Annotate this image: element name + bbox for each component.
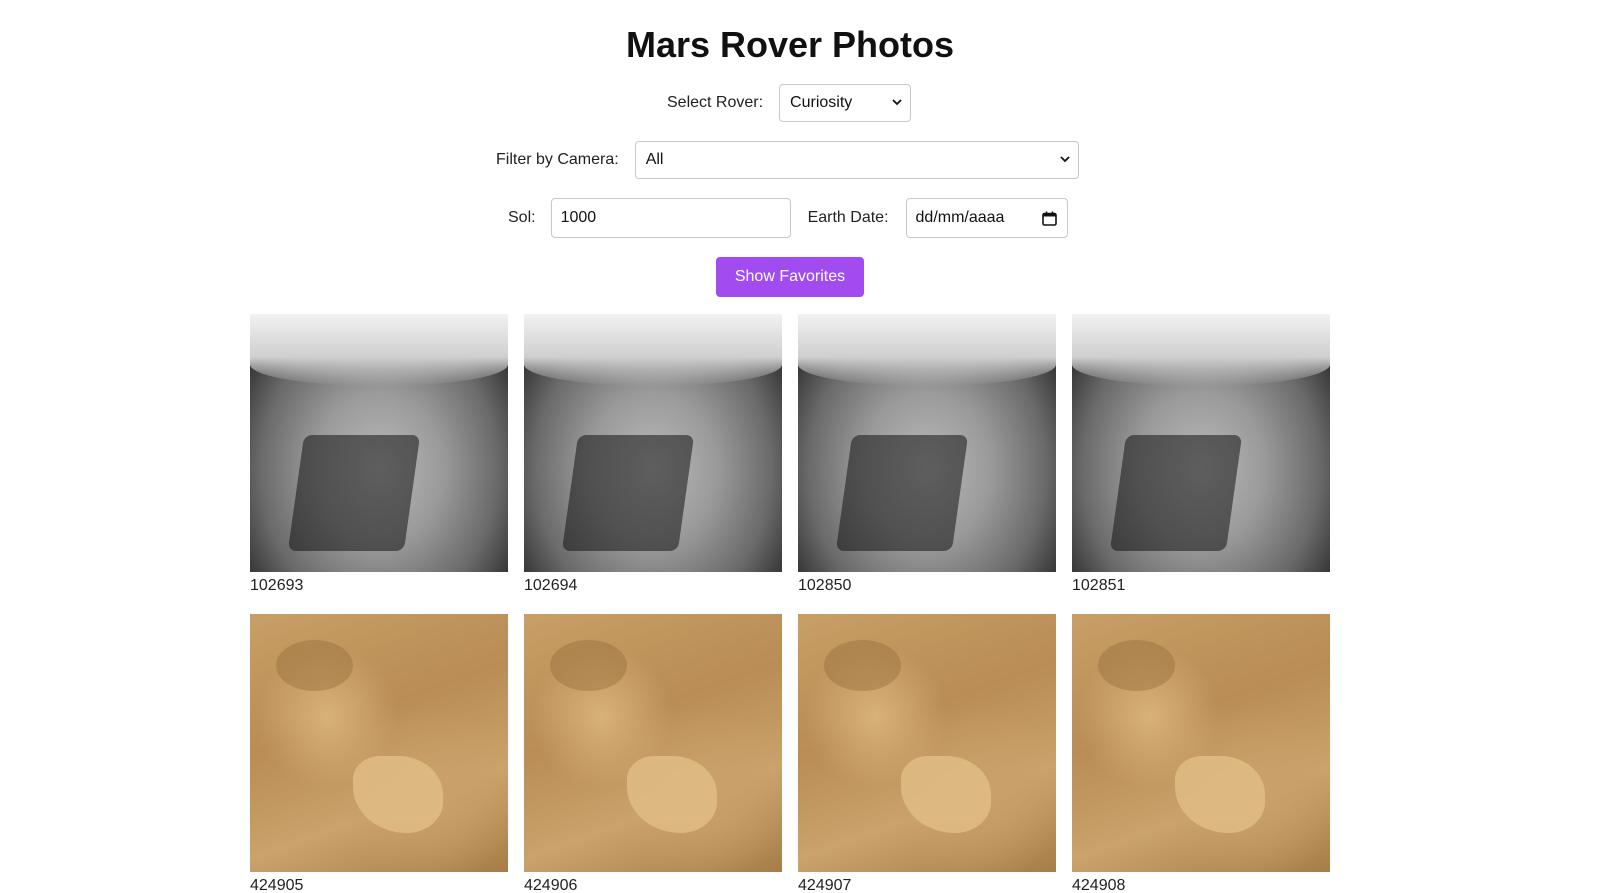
earth-date-input[interactable]: dd/mm/aaaa [905,198,1068,238]
photo-card[interactable]: 102850 [798,314,1056,596]
chevron-down-icon [1060,156,1070,163]
rover-select[interactable]: Curiosity [779,84,912,122]
calendar-icon[interactable] [1041,211,1057,226]
rover-photo[interactable] [798,314,1056,572]
earth-date-label: Earth Date: [807,209,889,226]
rover-row: Select Rover: Curiosity [667,84,912,122]
photo-id: 424906 [524,877,578,893]
rover-select-value: Curiosity [790,94,853,111]
camera-select-value: All [645,151,664,168]
earth-date-placeholder: dd/mm/aaaa [915,209,1005,226]
photo-card[interactable]: 424908 [1072,614,1330,893]
photo-card[interactable]: 102693 [250,314,508,596]
photo-id: 102851 [1072,577,1126,594]
sol-input[interactable]: 1000 [550,198,791,238]
rover-label: Select Rover: [667,94,764,111]
rover-photo[interactable] [524,314,782,572]
photo-card[interactable]: 102694 [524,314,782,596]
rover-photo[interactable] [1072,314,1330,572]
sol-date-row: Sol: 1000 Earth Date: dd/mm/aaaa [508,198,1068,238]
rover-photo[interactable] [524,614,782,872]
chevron-down-icon [892,99,902,106]
photo-id: 102850 [798,577,852,594]
rover-photo[interactable] [798,614,1056,872]
page: Mars Rover Photos Select Rover: Curiosit… [0,0,1620,893]
sol-input-value: 1000 [560,209,597,226]
photo-id: 102694 [524,577,578,594]
rover-photo[interactable] [1072,614,1330,872]
photo-card[interactable]: 424905 [250,614,508,893]
camera-select[interactable]: All [634,141,1079,179]
page-title: Mars Rover Photos [625,24,955,65]
photo-id: 102693 [250,577,304,594]
photo-card[interactable]: 424907 [798,614,1056,893]
camera-label: Filter by Camera: [496,151,619,168]
photo-id: 424907 [798,877,852,893]
sol-label: Sol: [508,209,536,226]
camera-row: Filter by Camera: All [496,141,1079,179]
photo-grid: 102693 102694 102850 102851 424905 424906 4249… [250,314,1330,893]
show-favorites-button[interactable]: Show Favorites [716,257,864,297]
rover-photo[interactable] [250,314,508,572]
photo-id: 424908 [1072,877,1126,893]
photo-card[interactable]: 102851 [1072,314,1330,596]
rover-photo[interactable] [250,614,508,872]
photo-card[interactable]: 424906 [524,614,782,893]
photo-id: 424905 [250,877,304,893]
